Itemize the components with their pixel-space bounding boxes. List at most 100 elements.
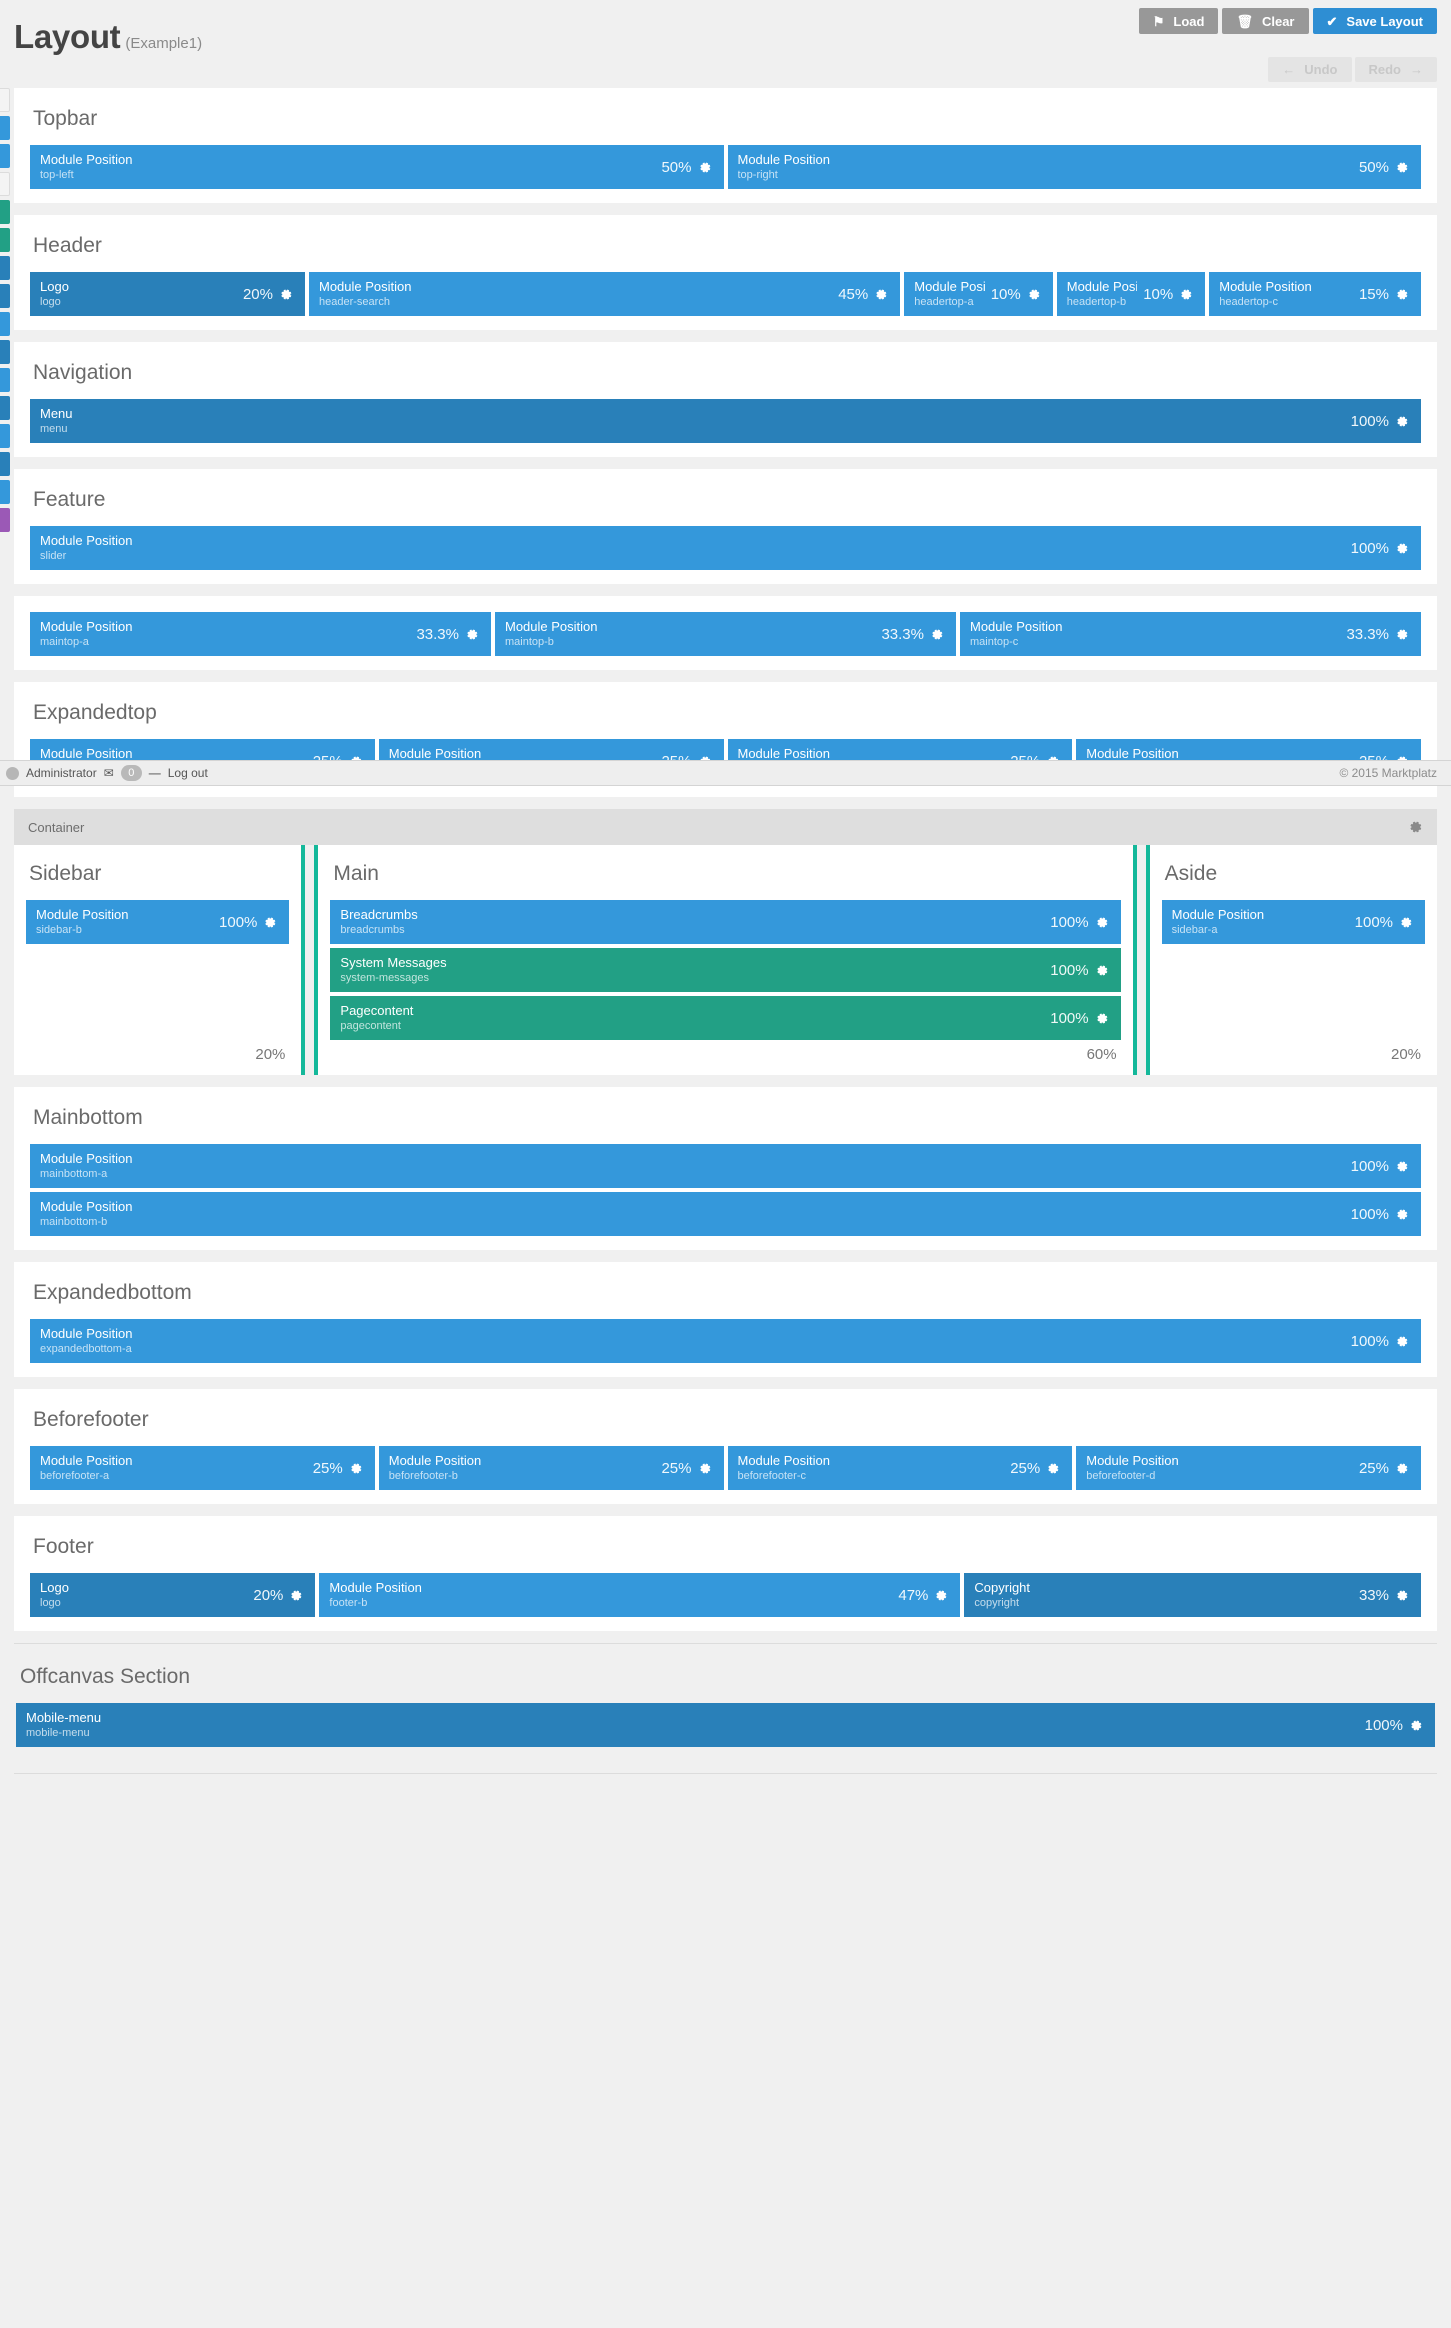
- gear-icon[interactable]: [931, 628, 944, 641]
- palette-chip-7[interactable]: [0, 284, 10, 308]
- gear-icon[interactable]: [1096, 1012, 1109, 1025]
- clear-button[interactable]: 🗑 Clear: [1222, 8, 1309, 34]
- module-position-system-messages[interactable]: System Messages system-messages 100%: [330, 948, 1121, 992]
- module-position-beforefooter-a[interactable]: Module Position beforefooter-a 25%: [30, 1446, 375, 1490]
- module-position-logo[interactable]: Logo logo 20%: [30, 272, 305, 316]
- module-position-headertop-b[interactable]: Module Position headertop-b 10%: [1056, 272, 1206, 316]
- container-bar[interactable]: Container: [14, 809, 1437, 845]
- gear-icon[interactable]: [1400, 916, 1413, 929]
- module-width-percent: 100%: [1350, 412, 1389, 430]
- module-position-maintop-b[interactable]: Module Position maintop-b 33.3%: [495, 612, 956, 656]
- gear-icon[interactable]: [1396, 161, 1409, 174]
- palette-chip-5[interactable]: [0, 228, 10, 252]
- palette-chip-10[interactable]: [0, 368, 10, 392]
- gear-icon[interactable]: [699, 1462, 712, 1475]
- column-modules: Module Position sidebar-a 100%: [1161, 900, 1426, 1040]
- container-label: Container: [28, 819, 85, 835]
- gear-icon[interactable]: [1396, 1160, 1409, 1173]
- module-position-maintop-c[interactable]: Module Position maintop-c 33.3%: [960, 612, 1421, 656]
- module-position-mainbottom-b[interactable]: Module Position mainbottom-b 100%: [30, 1192, 1421, 1236]
- container-columns: Sidebar Module Position sidebar-b 100% 20% Ma…: [14, 845, 1438, 1075]
- module-position-sidebar-a[interactable]: Module Position sidebar-a 100%: [1161, 900, 1426, 944]
- palette-chip-15[interactable]: [0, 508, 10, 532]
- separator-dash: —: [148, 766, 161, 780]
- gear-icon[interactable]: [1409, 820, 1423, 834]
- palette-chip-4[interactable]: [0, 200, 10, 224]
- module-position-copyright[interactable]: Copyright copyright 33%: [964, 1573, 1421, 1617]
- palette-chip-3[interactable]: [0, 172, 10, 196]
- load-button[interactable]: ⚑ Load: [1138, 8, 1219, 34]
- module-row: Logo logo 20% Module Position header-search 4…: [30, 272, 1421, 316]
- gear-icon[interactable]: [699, 161, 712, 174]
- module-position-header-search[interactable]: Module Position header-search 45%: [309, 272, 901, 316]
- gear-icon[interactable]: [1396, 1589, 1409, 1602]
- gear-icon[interactable]: [1028, 288, 1041, 301]
- module-text: Menu menu: [40, 407, 1345, 436]
- module-position-beforefooter-d[interactable]: Module Position beforefooter-d 25%: [1076, 1446, 1421, 1490]
- save-layout-button[interactable]: ✔ Save Layout: [1312, 8, 1437, 34]
- gear-icon[interactable]: [1180, 288, 1193, 301]
- module-position-sidebar-b[interactable]: Module Position sidebar-b 100%: [26, 900, 290, 944]
- module-position-beforefooter-b[interactable]: Module Position beforefooter-b 25%: [378, 1446, 724, 1490]
- section-title: Beforefooter: [33, 1408, 149, 1431]
- gear-icon[interactable]: [350, 1462, 363, 1475]
- module-position-maintop-a[interactable]: Module Position maintop-a 33.3%: [30, 612, 491, 656]
- logout-link[interactable]: Log out: [168, 766, 208, 780]
- palette-chip-14[interactable]: [0, 480, 10, 504]
- gear-icon[interactable]: [280, 288, 293, 301]
- module-position-breadcrumbs[interactable]: Breadcrumbs breadcrumbs 100%: [330, 900, 1121, 944]
- gear-icon[interactable]: [1410, 1719, 1423, 1732]
- gear-icon[interactable]: [935, 1589, 948, 1602]
- module-position-headertop-c[interactable]: Module Position headertop-c 15%: [1209, 272, 1421, 316]
- module-row: Mobile-menu mobile-menu 100%: [16, 1703, 1435, 1747]
- gear-icon[interactable]: [1396, 288, 1409, 301]
- module-width-percent: 50%: [661, 158, 692, 176]
- module-position-logo[interactable]: Logo logo 20%: [30, 1573, 316, 1617]
- header-actions: ⚑ Load 🗑 Clear ✔ Save Layout: [1138, 8, 1437, 34]
- module-name: Module Position: [388, 746, 482, 761]
- module-position-top-right[interactable]: Module Position top-right 50%: [727, 145, 1421, 189]
- envelope-icon[interactable]: ✉: [104, 766, 114, 780]
- module-position-slider[interactable]: Module Position slider 100%: [30, 526, 1421, 570]
- undo-button[interactable]: ← Undo: [1268, 57, 1352, 82]
- palette-chip-13[interactable]: [0, 452, 10, 476]
- module-name: Module Position: [36, 907, 129, 922]
- gear-icon[interactable]: [1396, 1462, 1409, 1475]
- gear-icon[interactable]: [1096, 964, 1109, 977]
- palette-chip-8[interactable]: [0, 312, 10, 336]
- module-position-pagecontent[interactable]: Pagecontent pagecontent 100%: [330, 996, 1121, 1040]
- palette-chip-9[interactable]: [0, 340, 10, 364]
- gear-icon[interactable]: [1396, 542, 1409, 555]
- gear-icon[interactable]: [1396, 1335, 1409, 1348]
- module-position-headertop-a[interactable]: Module Position headertop-a 10%: [904, 272, 1053, 316]
- gear-icon[interactable]: [1096, 916, 1109, 929]
- palette-chip-1[interactable]: [0, 116, 10, 140]
- palette-chip-6[interactable]: [0, 256, 10, 280]
- gear-icon[interactable]: [875, 288, 888, 301]
- module-position-mainbottom-a[interactable]: Module Position mainbottom-a 100%: [30, 1144, 1421, 1188]
- module-position-menu[interactable]: Menu menu 100%: [30, 399, 1421, 443]
- gear-icon[interactable]: [1396, 628, 1409, 641]
- palette-chip-12[interactable]: [0, 424, 10, 448]
- module-position-mobile-menu[interactable]: Mobile-menu mobile-menu 100%: [16, 1703, 1435, 1747]
- palette-chip-11[interactable]: [0, 396, 10, 420]
- gear-icon[interactable]: [290, 1589, 303, 1602]
- module-name: Module Position: [40, 746, 133, 761]
- module-controls: 100%: [1351, 1333, 1409, 1350]
- module-position-beforefooter-c[interactable]: Module Position beforefooter-c 25%: [727, 1446, 1073, 1490]
- gear-icon[interactable]: [466, 628, 479, 641]
- module-position-expandedbottom-a[interactable]: Module Position expandedbottom-a 100%: [30, 1319, 1421, 1363]
- palette-chip-0[interactable]: [0, 88, 10, 112]
- gear-icon[interactable]: [1396, 1208, 1409, 1221]
- gear-icon[interactable]: [1047, 1462, 1060, 1475]
- gear-icon[interactable]: [1396, 415, 1409, 428]
- gear-icon[interactable]: [264, 916, 277, 929]
- module-row: Module Position beforefooter-a 25% Module P…: [30, 1446, 1421, 1490]
- module-controls: 10%: [1143, 286, 1193, 303]
- palette-chip-2[interactable]: [0, 144, 10, 168]
- module-text: Module Position beforefooter-b: [389, 1454, 656, 1483]
- redo-button[interactable]: Redo →: [1354, 57, 1437, 82]
- module-position-top-left[interactable]: Module Position top-left 50%: [30, 145, 724, 189]
- module-palette-rail[interactable]: [0, 88, 10, 532]
- module-position-footer-b[interactable]: Module Position footer-b 47%: [319, 1573, 961, 1617]
